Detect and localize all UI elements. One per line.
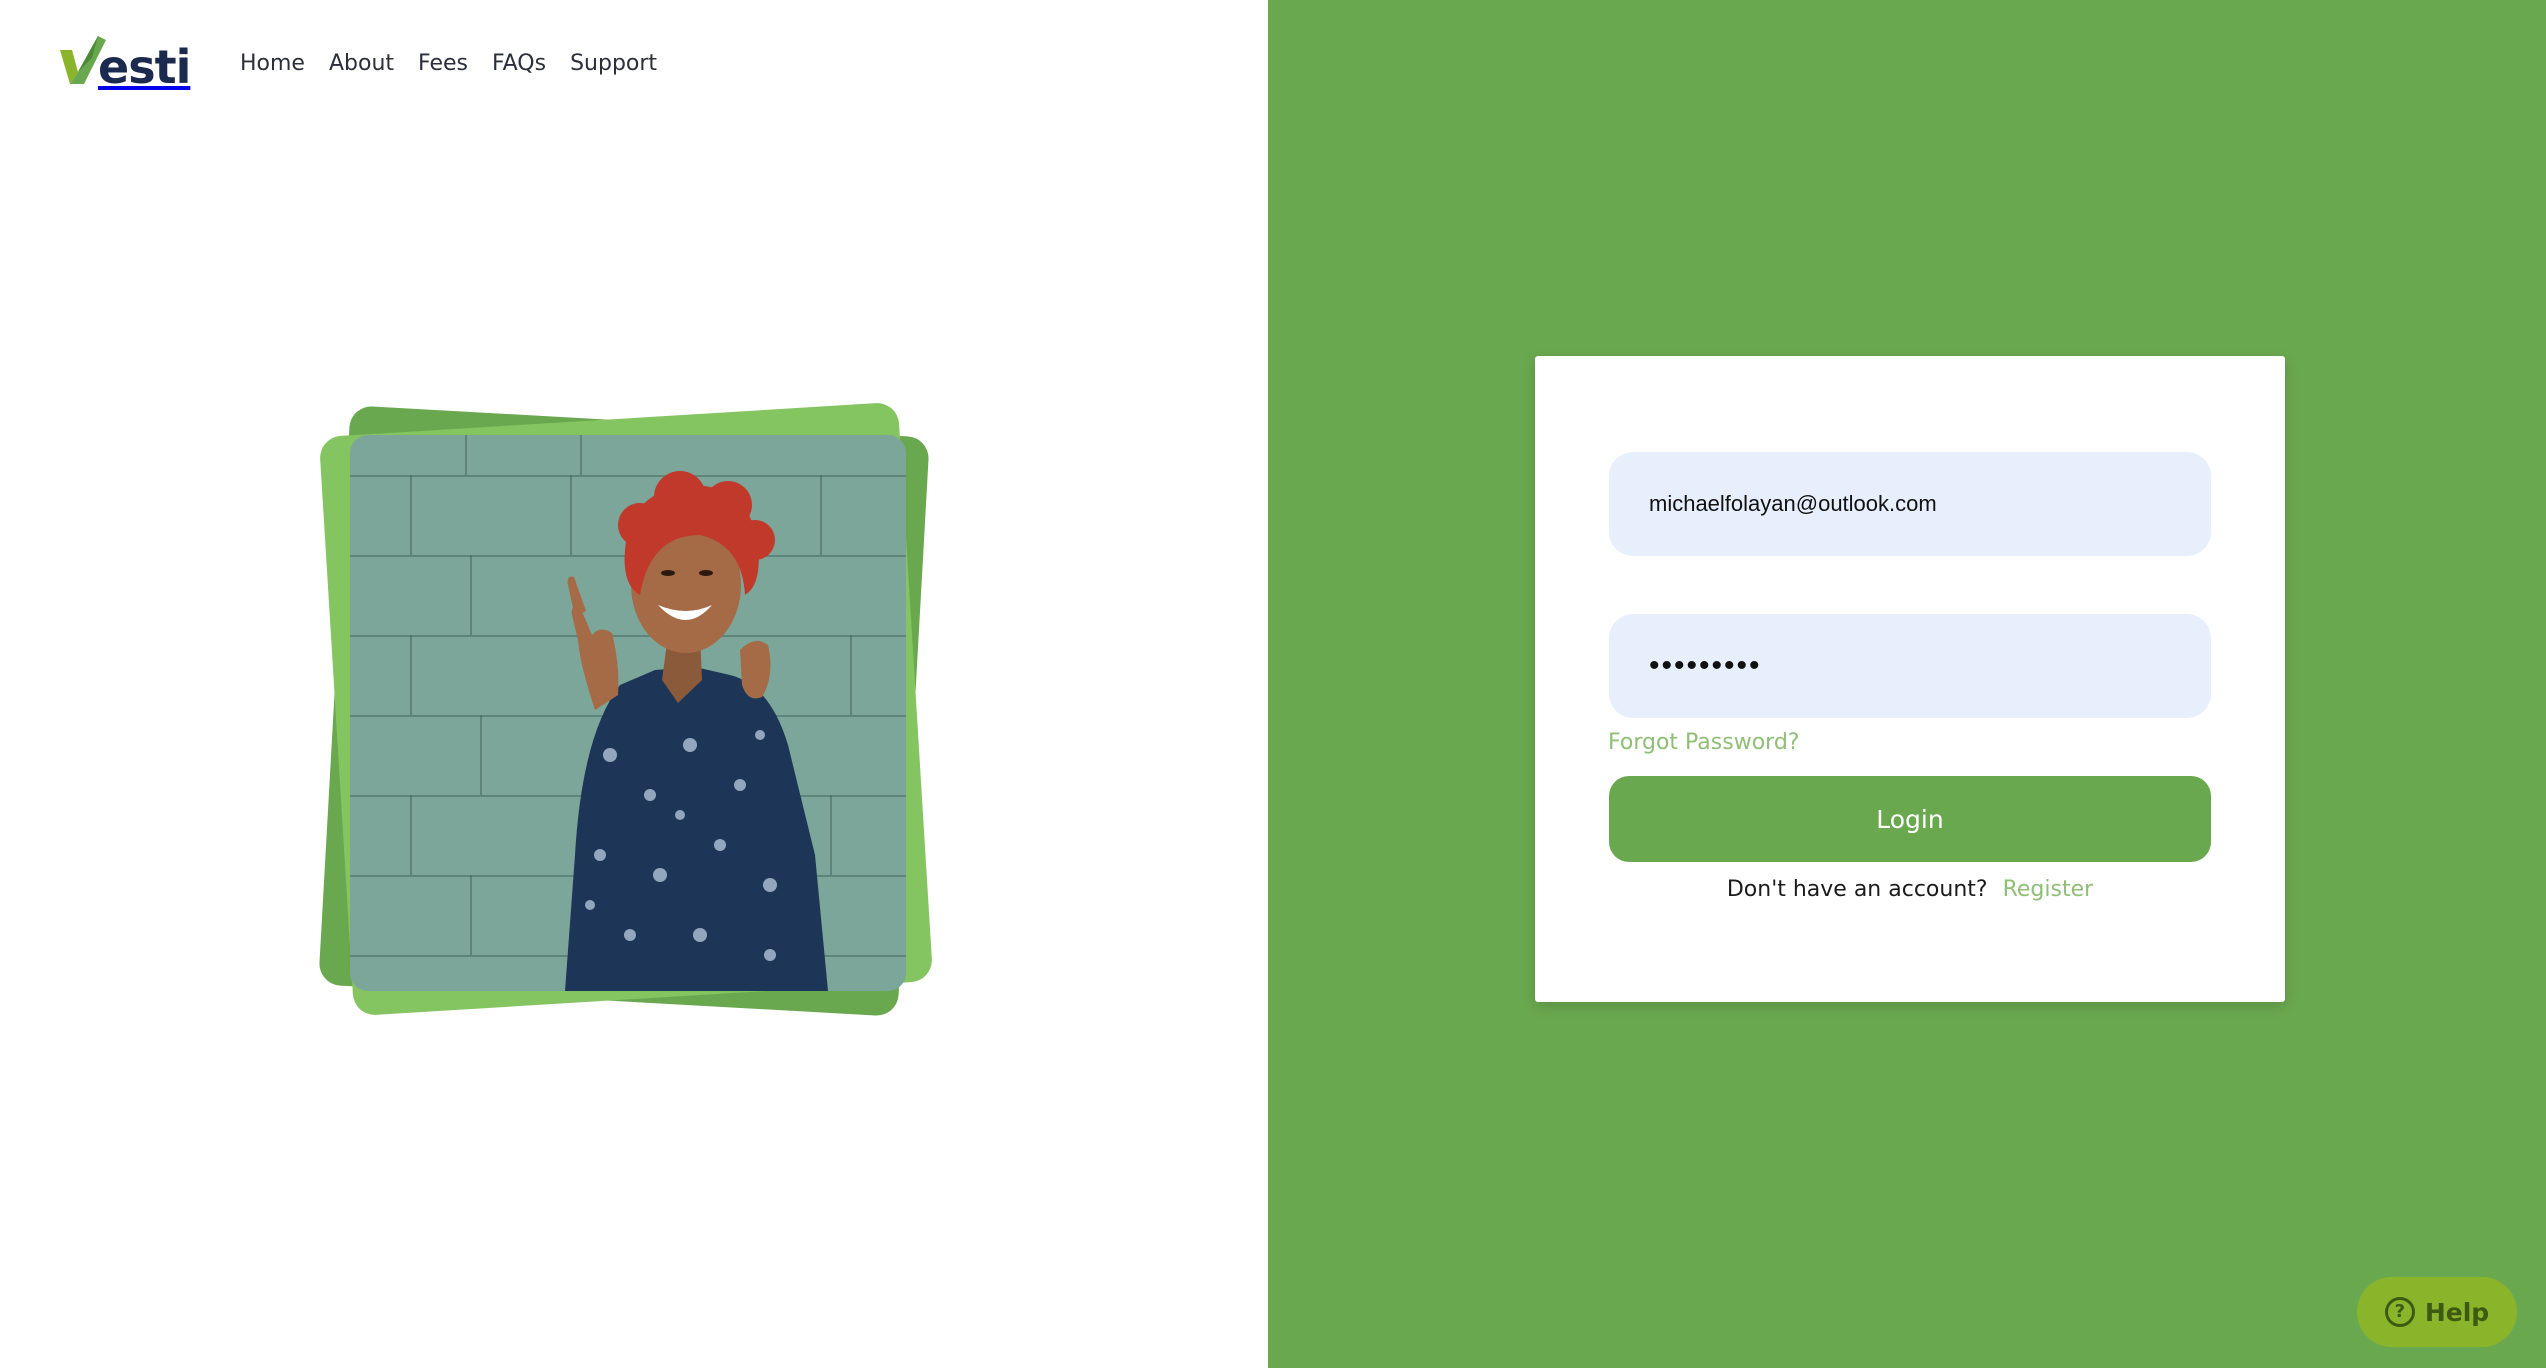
left-pane: esti Home About Fees FAQs Support xyxy=(0,0,1268,1368)
nav-faqs[interactable]: FAQs xyxy=(492,48,546,80)
nav-fees[interactable]: Fees xyxy=(418,48,468,80)
register-link[interactable]: Register xyxy=(2003,877,2094,902)
forgot-password-link[interactable]: Forgot Password? xyxy=(1608,730,1799,755)
register-line: Don't have an account? Register xyxy=(1535,877,2285,902)
login-button[interactable]: Login xyxy=(1609,776,2211,862)
login-page: esti Home About Fees FAQs Support michae… xyxy=(0,0,2546,1368)
nav-about[interactable]: About xyxy=(329,48,394,80)
smiling-woman-figure xyxy=(565,471,828,991)
login-card: Forgot Password? Login Don't have an acc… xyxy=(1535,356,2285,1002)
logo-text: esti xyxy=(98,40,191,94)
register-prompt: Don't have an account? xyxy=(1726,877,1988,902)
question-circle-icon: ? xyxy=(2384,1297,2415,1327)
email-field[interactable] xyxy=(1609,452,2211,556)
password-field[interactable] xyxy=(1609,614,2211,718)
vesti-logo[interactable]: esti xyxy=(58,34,191,90)
nav-home[interactable]: Home xyxy=(240,48,305,80)
top-nav: Home About Fees FAQs Support xyxy=(240,48,681,80)
nav-support[interactable]: Support xyxy=(570,48,657,80)
help-label: Help xyxy=(2424,1297,2490,1327)
help-button[interactable]: ? Help xyxy=(2357,1277,2517,1347)
hero-image xyxy=(318,401,940,1025)
hero-photo xyxy=(350,435,906,991)
